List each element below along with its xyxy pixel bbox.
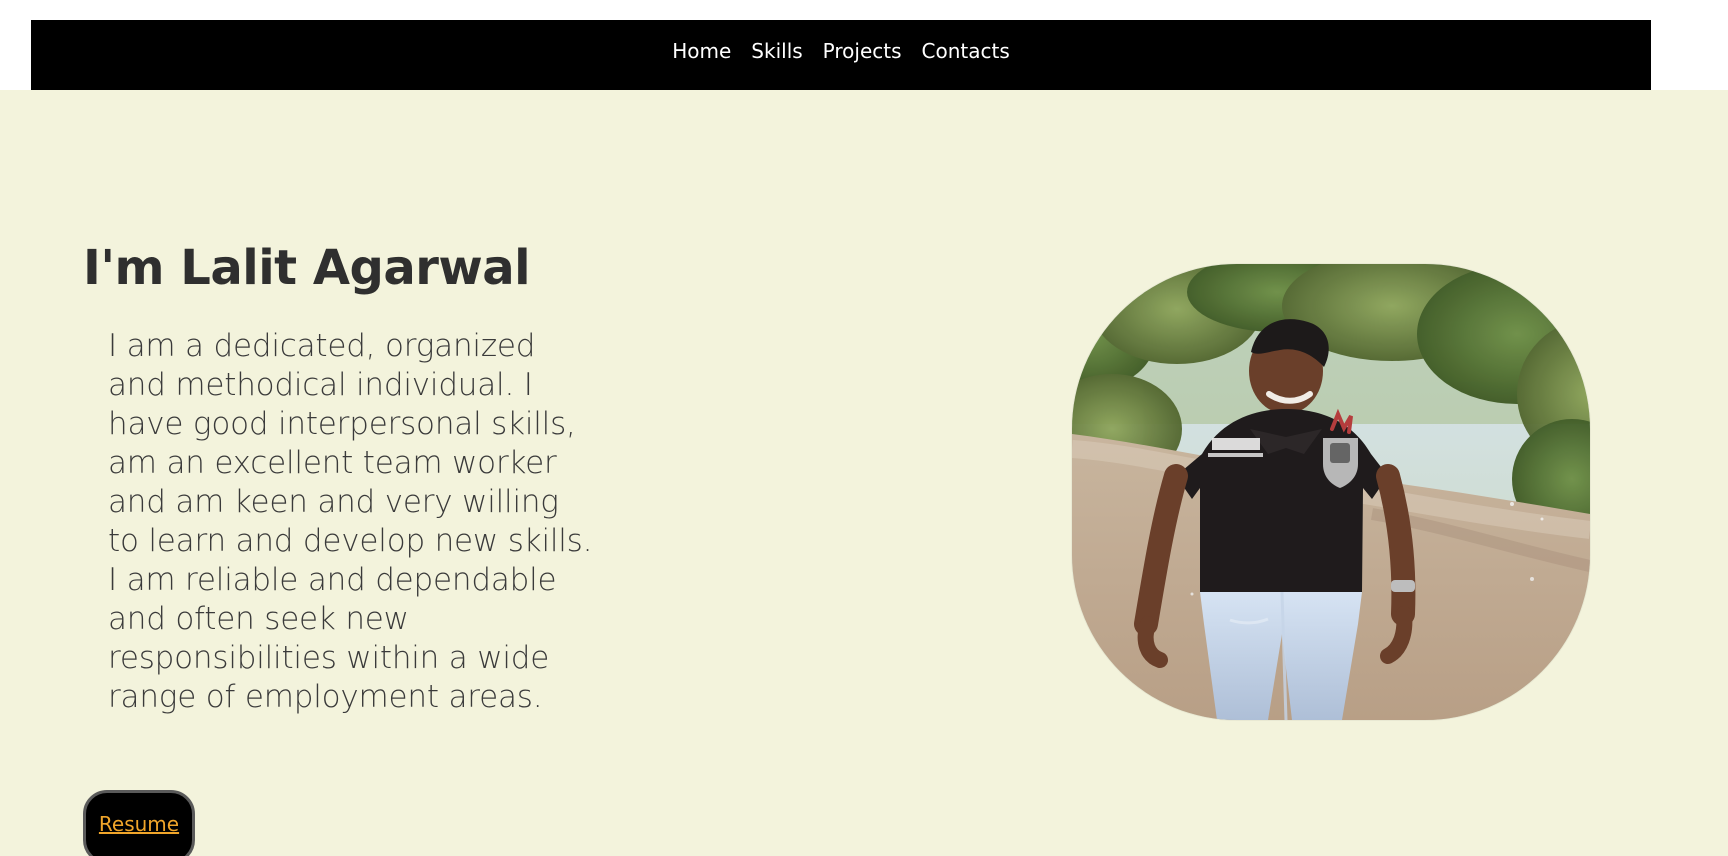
resume-link[interactable]: Resume: [99, 814, 179, 834]
nav-link-projects[interactable]: Projects: [823, 39, 902, 63]
nav-item-projects: Projects: [823, 41, 902, 62]
nav-item-home: Home: [672, 41, 731, 62]
hero-section: I'm Lalit Agarwal I am a dedicated, orga…: [0, 90, 1728, 856]
nav-menu: Home Skills Projects Contacts: [672, 41, 1010, 62]
nav-link-home[interactable]: Home: [672, 39, 731, 63]
profile-photo: [1072, 264, 1590, 720]
profile-photo-image: [1072, 264, 1590, 720]
top-navigation-bar: Home Skills Projects Contacts: [31, 20, 1651, 90]
resume-button[interactable]: Resume: [83, 790, 195, 856]
hero-title: I'm Lalit Agarwal: [83, 240, 531, 296]
nav-item-contacts: Contacts: [922, 41, 1010, 62]
nav-link-skills[interactable]: Skills: [751, 39, 802, 63]
nav-link-contacts[interactable]: Contacts: [922, 39, 1010, 63]
nav-item-skills: Skills: [751, 41, 802, 62]
hero-bio: I am a dedicated, organized and methodic…: [108, 328, 593, 715]
